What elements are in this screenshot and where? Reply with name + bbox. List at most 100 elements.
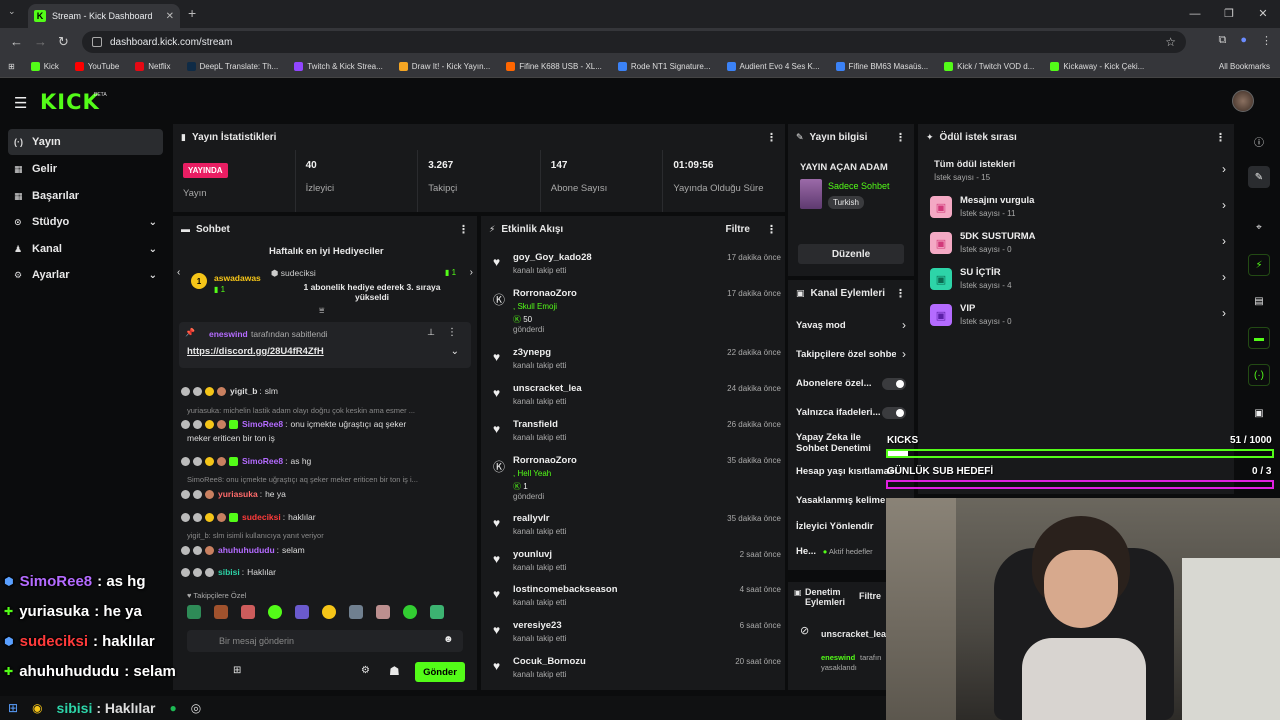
- extensions-icon[interactable]: ⧉: [1218, 34, 1226, 47]
- pinned-link[interactable]: https://discord.gg/28U4fR4ZfH: [187, 346, 324, 357]
- chevron-down-icon[interactable]: ⌄: [451, 346, 459, 357]
- bookmark-star-icon[interactable]: ☆: [1165, 35, 1176, 49]
- emote-icon[interactable]: [430, 605, 444, 619]
- ai-moderation-row[interactable]: Yapay Zeka ile: [796, 432, 861, 443]
- more-icon[interactable]: ⋮: [1215, 131, 1226, 144]
- activity-item[interactable]: ♥ veresiye23 kanalı takip etti 6 saat önce: [489, 619, 781, 649]
- bookmark-item[interactable]: Audient Evo 4 Ses K...: [726, 62, 820, 71]
- activity-item[interactable]: ♥ lostincomebackseason kanalı takip etti 4 …: [489, 583, 781, 613]
- bookmark-item[interactable]: Kick / Twitch VOD d...: [944, 62, 1034, 71]
- emote-icon[interactable]: [322, 605, 336, 619]
- sidebar-item-yayin[interactable]: (·) Yayın: [8, 129, 163, 155]
- kick-logo[interactable]: KICK: [40, 90, 100, 114]
- chat-input[interactable]: Bir mesaj gönderin: [187, 630, 463, 652]
- bookmark-item[interactable]: YouTube: [74, 62, 119, 71]
- avatar[interactable]: [1232, 90, 1254, 112]
- broadcast-icon[interactable]: (·): [1248, 364, 1270, 386]
- sidebar-item-gelir[interactable]: ▦ Gelir: [8, 156, 163, 182]
- moderation-target[interactable]: unscracket_lea: [821, 629, 886, 639]
- panel-icon[interactable]: ▣: [1248, 402, 1270, 424]
- info-icon[interactable]: ⓘ: [1248, 130, 1270, 152]
- activity-item[interactable]: Ⓚ RorronaoZoro , Skull Emoji Ⓚ 50 gönderdi 17…: [489, 287, 781, 334]
- profile-icon[interactable]: ●: [1240, 34, 1247, 47]
- chevron-left-icon[interactable]: ‹: [177, 267, 180, 278]
- subscribers-only-row[interactable]: Abonelere özel...: [796, 378, 872, 389]
- address-bar[interactable]: dashboard.kick.com/stream ☆: [82, 31, 1186, 53]
- emote-icon[interactable]: [376, 605, 390, 619]
- clipboard-icon[interactable]: ▤: [1248, 290, 1270, 312]
- host-viewers-row[interactable]: İzleyici Yönlendir: [796, 521, 873, 532]
- reward-row[interactable]: ▣ Mesajını vurgula İstek sayısı - 11 ›: [930, 194, 1226, 224]
- bookmark-item[interactable]: Fifine BM63 Masaüs...: [835, 62, 928, 71]
- gift-icon[interactable]: ⊞: [233, 665, 241, 676]
- chat-tools-icon[interactable]: ☗: [389, 664, 400, 678]
- banned-words-row[interactable]: Yasaklanmış kelime: [796, 495, 885, 506]
- chat-message[interactable]: yigit_b: slm: [181, 386, 278, 396]
- activity-user[interactable]: RorronaoZoro: [513, 288, 577, 299]
- emote-icon[interactable]: [349, 605, 363, 619]
- emote-icon[interactable]: [214, 605, 228, 619]
- emotes-only-toggle[interactable]: [882, 407, 906, 419]
- emote-icon[interactable]: [403, 605, 417, 619]
- site-info-icon[interactable]: [92, 37, 102, 47]
- chat-username[interactable]: SimoRee8: [242, 456, 283, 466]
- chat-message[interactable]: sudeciksi: haklılar: [181, 512, 316, 522]
- subscribers-only-toggle[interactable]: [882, 378, 906, 390]
- emotes-only-row[interactable]: Yalnızca ifadeleri...: [796, 407, 880, 418]
- reward-row[interactable]: ▣ 5DK SUSTURMA İstek sayısı - 0 ›: [930, 230, 1226, 260]
- chat-message[interactable]: SimoRee8: onu içmekte uğraştıçı aq şeker: [181, 419, 406, 429]
- bookmark-item[interactable]: Draw It! - Kick Yayın...: [398, 62, 490, 71]
- category-label[interactable]: Sadece Sohbet: [828, 181, 890, 191]
- account-age-row[interactable]: Hesap yaşı kısıtlaması: [796, 466, 897, 477]
- bolt-icon[interactable]: ⚡: [1248, 254, 1270, 276]
- chat-username[interactable]: SimoRee8: [242, 419, 283, 429]
- activity-user[interactable]: lostincomebackseason: [513, 584, 618, 595]
- activity-item[interactable]: ♥ Transfield kanalı takip etti 26 dakika ön…: [489, 418, 781, 448]
- bookmark-item[interactable]: Kick: [30, 62, 59, 71]
- restore-icon[interactable]: ❐: [1212, 0, 1246, 28]
- pencil-icon[interactable]: ✎: [1248, 166, 1270, 188]
- reward-row[interactable]: ▣ SU İÇTİR İstek sayısı - 4 ›: [930, 266, 1226, 296]
- back-icon[interactable]: ←: [10, 34, 23, 49]
- window-close-icon[interactable]: ✕: [1246, 0, 1280, 28]
- chrome-menu-icon[interactable]: ⋮: [1261, 34, 1272, 47]
- bookmark-item[interactable]: Netflix: [135, 62, 171, 71]
- chevron-right-icon[interactable]: ›: [902, 318, 906, 332]
- sidebar-item-basarilar[interactable]: ▦ Başarılar: [8, 183, 163, 209]
- all-bookmarks-button[interactable]: All Bookmarks: [1219, 62, 1270, 71]
- chat-username[interactable]: sudeciksi: [242, 512, 281, 522]
- spotify-icon[interactable]: ●: [169, 701, 176, 715]
- chat-message[interactable]: yuriasuka: he ya: [181, 489, 286, 499]
- activity-item[interactable]: ♥ unscracket_lea kanalı takip etti 24 dakik…: [489, 382, 781, 412]
- forward-icon[interactable]: →: [34, 34, 47, 49]
- bookmark-item[interactable]: DeepL Translate: Th...: [186, 62, 278, 71]
- chat-username[interactable]: yigit_b: [230, 386, 257, 396]
- activity-user[interactable]: RorronaoZoro: [513, 455, 577, 466]
- menu-icon[interactable]: ☰: [14, 94, 27, 112]
- chat-username[interactable]: ahuhuhududu: [218, 545, 275, 555]
- emote-icon[interactable]: [295, 605, 309, 619]
- all-rewards-row[interactable]: Tüm ödül istekleri İstek sayısı - 15 ›: [930, 158, 1226, 188]
- chevron-right-icon[interactable]: ›: [470, 267, 473, 278]
- send-button[interactable]: Gönder: [415, 662, 465, 682]
- bookmark-item[interactable]: Kickaway - Kick Çeki...: [1050, 62, 1144, 71]
- activity-item[interactable]: ♥ younluvj kanalı takip etti 2 saat önce: [489, 548, 781, 578]
- windows-start-icon[interactable]: ⊞: [8, 701, 18, 715]
- more-icon[interactable]: ⋮: [895, 131, 906, 144]
- activity-user[interactable]: unscracket_lea: [513, 383, 582, 394]
- activity-user[interactable]: Transfield: [513, 419, 558, 430]
- reload-icon[interactable]: ↻: [58, 34, 69, 50]
- activity-user[interactable]: veresiye23: [513, 620, 562, 631]
- sidebar-item-ayarlar[interactable]: ⚙ Ayarlar ⌄: [8, 262, 163, 288]
- obs-icon[interactable]: ◎: [191, 701, 201, 715]
- chat-message[interactable]: sibisi: Haklılar: [181, 567, 276, 577]
- activity-user[interactable]: younluvj: [513, 549, 552, 560]
- bookmark-item[interactable]: Fifine K688 USB - XL...: [506, 62, 602, 71]
- followers-only-row[interactable]: Takipçilere özel sohbe: [796, 349, 896, 360]
- activity-user[interactable]: reallyvlr: [513, 513, 549, 524]
- edit-button[interactable]: Düzenle: [798, 244, 904, 264]
- focus-icon[interactable]: ⌖: [1248, 216, 1270, 238]
- tab-search-icon[interactable]: ⌄: [8, 6, 16, 17]
- goals-row[interactable]: He... ● Aktif hedefler: [796, 546, 873, 557]
- activity-item[interactable]: ♥ reallyvlr kanalı takip etti 35 dakika önc…: [489, 512, 781, 542]
